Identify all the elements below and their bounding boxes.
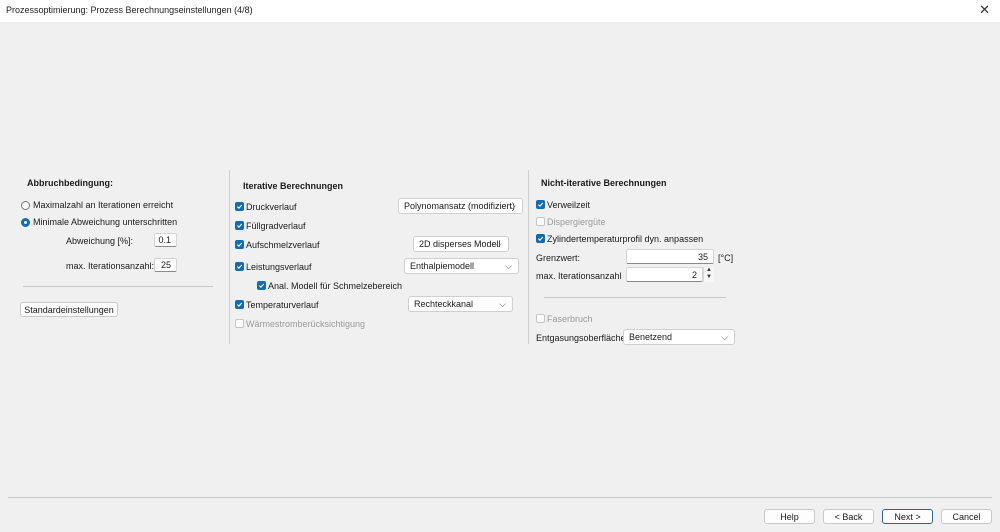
abbruch-header: Abbruchbedingung: bbox=[27, 178, 113, 188]
checkmark-icon bbox=[258, 283, 265, 289]
entgasung-select-value: Benetzend bbox=[629, 332, 673, 342]
anal-modell-checkbox[interactable] bbox=[257, 281, 266, 290]
fuellgrad-checkbox[interactable] bbox=[235, 221, 244, 230]
noniterative-header: Nicht-iterative Berechnungen bbox=[541, 178, 667, 188]
chevron-down-icon: ⌵ bbox=[509, 201, 516, 211]
defaults-button[interactable]: Standardeinstellungen bbox=[20, 302, 118, 317]
temperatur-checkbox[interactable] bbox=[235, 300, 244, 309]
dispergier-checkbox bbox=[536, 217, 545, 226]
druckverlauf-select[interactable]: Polynomansatz (modifiziert) ⌵ bbox=[398, 198, 523, 214]
cancel-button[interactable]: Cancel bbox=[941, 509, 992, 524]
zylinder-label[interactable]: Zylindertemperaturprofil dyn. anpassen bbox=[547, 234, 703, 244]
radio-min-deviation[interactable] bbox=[21, 218, 30, 227]
leistung-select-value: Enthalpiemodell bbox=[410, 261, 475, 271]
faserbruch-label: Faserbruch bbox=[547, 314, 593, 324]
waermestrom-checkbox bbox=[235, 319, 244, 328]
verweilzeit-label[interactable]: Verweilzeit bbox=[547, 200, 590, 210]
footer-divider bbox=[8, 497, 992, 498]
next-button[interactable]: Next > bbox=[882, 509, 933, 524]
chevron-down-icon: ⌵ bbox=[499, 299, 506, 309]
abweichung-input[interactable]: 0.1 bbox=[154, 233, 177, 247]
radio-min-deviation-label[interactable]: Minimale Abweichung unterschritten bbox=[33, 217, 177, 227]
entgasung-select[interactable]: Benetzend ⌵ bbox=[623, 329, 735, 345]
spin-down-icon[interactable]: ▼ bbox=[704, 274, 714, 281]
temperatur-label[interactable]: Temperaturverlauf bbox=[246, 300, 319, 310]
max-iterations-input[interactable]: 2 bbox=[626, 267, 703, 282]
checkmark-icon bbox=[236, 204, 243, 210]
help-button[interactable]: Help bbox=[764, 509, 815, 524]
iterations-input[interactable]: 25 bbox=[154, 258, 177, 272]
chevron-down-icon: ⌵ bbox=[495, 239, 502, 249]
waermestrom-label: Wärmestromberücksichtigung bbox=[246, 319, 366, 329]
checkmark-icon bbox=[236, 302, 243, 308]
verweilzeit-checkbox[interactable] bbox=[536, 200, 545, 209]
checkmark-icon bbox=[236, 242, 243, 248]
max-iterations-spinner[interactable]: ▲ ▼ bbox=[703, 267, 714, 282]
window-title: Prozessoptimierung: Prozess Berechnungse… bbox=[6, 5, 253, 15]
temperatur-select-value: Rechteckkanal bbox=[414, 299, 474, 309]
spin-up-icon[interactable]: ▲ bbox=[704, 267, 714, 274]
druckverlauf-select-value: Polynomansatz (modifiziert) bbox=[404, 201, 516, 211]
faserbruch-checkbox bbox=[536, 314, 545, 323]
dispergier-label: Dispergiergüte bbox=[547, 217, 606, 227]
grenzwert-input[interactable]: 35 bbox=[626, 249, 714, 264]
close-icon[interactable]: ✕ bbox=[979, 3, 990, 17]
leistung-select[interactable]: Enthalpiemodell ⌵ bbox=[404, 258, 519, 274]
entgasung-label: Entgasungsoberfläche: bbox=[536, 333, 629, 343]
iterations-label: max. Iterationsanzahl: bbox=[66, 261, 155, 271]
max-iterations-label: max. Iterationsanzahl bbox=[536, 271, 622, 281]
aufschmelz-select-value: 2D disperses Modell bbox=[419, 239, 501, 249]
grenzwert-label: Grenzwert: bbox=[536, 253, 581, 263]
checkmark-icon bbox=[537, 202, 544, 208]
aufschmelz-label[interactable]: Aufschmelzverlauf bbox=[246, 240, 320, 250]
column-separator-right bbox=[528, 170, 529, 344]
druckverlauf-label[interactable]: Druckverlauf bbox=[246, 202, 297, 212]
aufschmelz-select[interactable]: 2D disperses Modell ⌵ bbox=[413, 236, 509, 252]
chevron-down-icon: ⌵ bbox=[505, 261, 512, 271]
chevron-down-icon: ⌵ bbox=[721, 332, 728, 342]
grenzwert-unit: [°C] bbox=[718, 253, 734, 263]
checkmark-icon bbox=[236, 223, 243, 229]
radio-max-iterations-label[interactable]: Maximalzahl an Iterationen erreicht bbox=[33, 200, 173, 210]
iterative-header: Iterative Berechnungen bbox=[243, 181, 344, 191]
noniterative-divider bbox=[544, 297, 726, 298]
fuellgrad-label[interactable]: Füllgradverlauf bbox=[246, 221, 306, 231]
aufschmelz-checkbox[interactable] bbox=[235, 240, 244, 249]
druckverlauf-checkbox[interactable] bbox=[235, 202, 244, 211]
leistung-label[interactable]: Leistungsverlauf bbox=[246, 262, 312, 272]
leistung-checkbox[interactable] bbox=[235, 262, 244, 271]
checkmark-icon bbox=[537, 236, 544, 242]
column-separator-left bbox=[229, 170, 230, 344]
checkmark-icon bbox=[236, 264, 243, 270]
abbruch-divider bbox=[23, 286, 213, 287]
anal-modell-label[interactable]: Anal. Modell für Schmelzebereich bbox=[268, 281, 402, 291]
back-button[interactable]: < Back bbox=[823, 509, 874, 524]
abweichung-label: Abweichung [%]: bbox=[66, 236, 134, 246]
radio-max-iterations[interactable] bbox=[21, 201, 30, 210]
zylinder-checkbox[interactable] bbox=[536, 234, 545, 243]
temperatur-select[interactable]: Rechteckkanal ⌵ bbox=[408, 296, 513, 312]
